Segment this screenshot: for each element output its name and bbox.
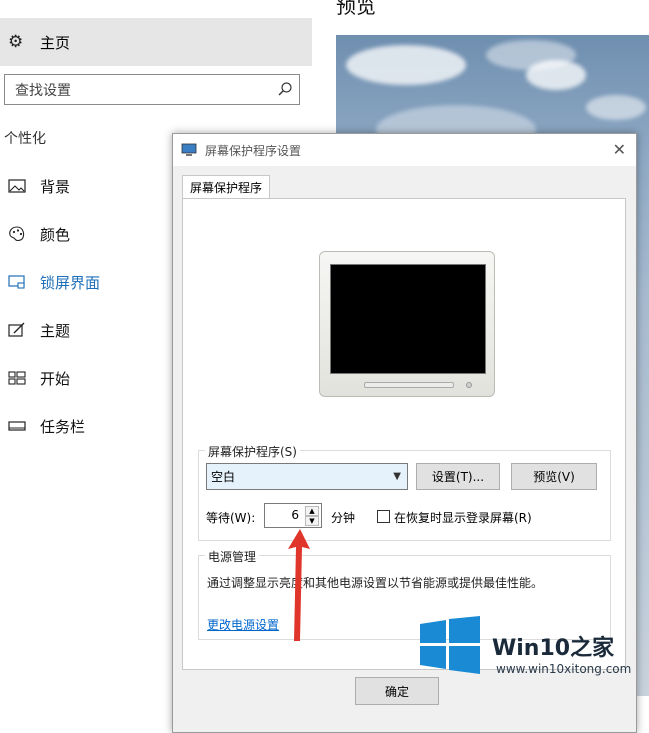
sidebar-item-label: 主题 (40, 321, 71, 340)
picture-icon (8, 179, 26, 193)
monitor-app-icon (181, 143, 197, 156)
search-placeholder: 查找设置 (15, 82, 71, 99)
red-arrow-annotation (288, 529, 310, 641)
sidebar-item-label: 背景 (40, 177, 71, 196)
watermark-url: www.win10xitong.com (496, 662, 632, 676)
chevron-down-icon: ▼ (393, 471, 401, 482)
power-description: 通过调整显示亮度和其他电源设置以节省能源或提供最佳性能。 (207, 576, 544, 590)
taskbar-icon (8, 421, 26, 431)
screensaver-group-label: 屏幕保护程序(S) (205, 443, 300, 460)
close-icon[interactable]: ✕ (613, 140, 626, 159)
wait-value: 6 (291, 508, 299, 522)
preview-button[interactable]: 预览(V) (511, 463, 597, 490)
sidebar-item-label: 任务栏 (40, 417, 86, 436)
sidebar-item-label: 锁屏界面 (40, 273, 101, 292)
palette-icon (9, 226, 25, 242)
theme-icon (8, 322, 25, 337)
dialog-title: 屏幕保护程序设置 (205, 143, 302, 158)
monitor-slot (364, 382, 454, 388)
search-input[interactable]: 查找设置 (4, 74, 300, 105)
dialog-titlebar: 屏幕保护程序设置 ✕ (173, 134, 636, 166)
home-label: 主页 (40, 33, 71, 52)
power-group-label: 电源管理 (205, 548, 260, 565)
minutes-label: 分钟 (331, 511, 356, 525)
stepper-up-icon[interactable]: ▲ (305, 506, 319, 516)
monitor-screen (330, 264, 486, 374)
monitor-preview (319, 251, 495, 397)
screensaver-select[interactable]: 空白 ▼ (206, 463, 408, 490)
watermark: Win10之家 www.win10xitong.com (412, 606, 649, 696)
start-icon (8, 371, 26, 385)
search-icon[interactable] (277, 81, 293, 97)
wait-label: 等待(W): (206, 511, 256, 525)
watermark-brand-suffix: 之家 (570, 636, 615, 661)
section-title: 个性化 (4, 131, 46, 147)
monitor-power-led (466, 382, 472, 388)
change-power-settings-link[interactable]: 更改电源设置 (207, 616, 279, 633)
screensaver-selected-value: 空白 (211, 470, 236, 484)
sidebar-item-label: 颜色 (40, 225, 71, 244)
sidebar-item-label: 开始 (40, 369, 71, 388)
home-nav-item[interactable]: ⚙ 主页 (0, 18, 312, 66)
watermark-brand-prefix: Win10 (492, 636, 571, 661)
settings-button[interactable]: 设置(T)... (416, 463, 500, 490)
tab-screensaver[interactable]: 屏幕保护程序 (182, 175, 270, 199)
resume-checkbox-label[interactable]: 在恢复时显示登录屏幕(R) (394, 509, 532, 526)
gear-icon: ⚙ (8, 32, 24, 52)
watermark-brand: Win10之家 (492, 630, 614, 662)
resume-checkbox[interactable] (377, 510, 390, 523)
windows-logo-icon (420, 616, 480, 674)
preview-title: 预览 (336, 0, 376, 18)
lock-screen-icon (8, 275, 25, 289)
